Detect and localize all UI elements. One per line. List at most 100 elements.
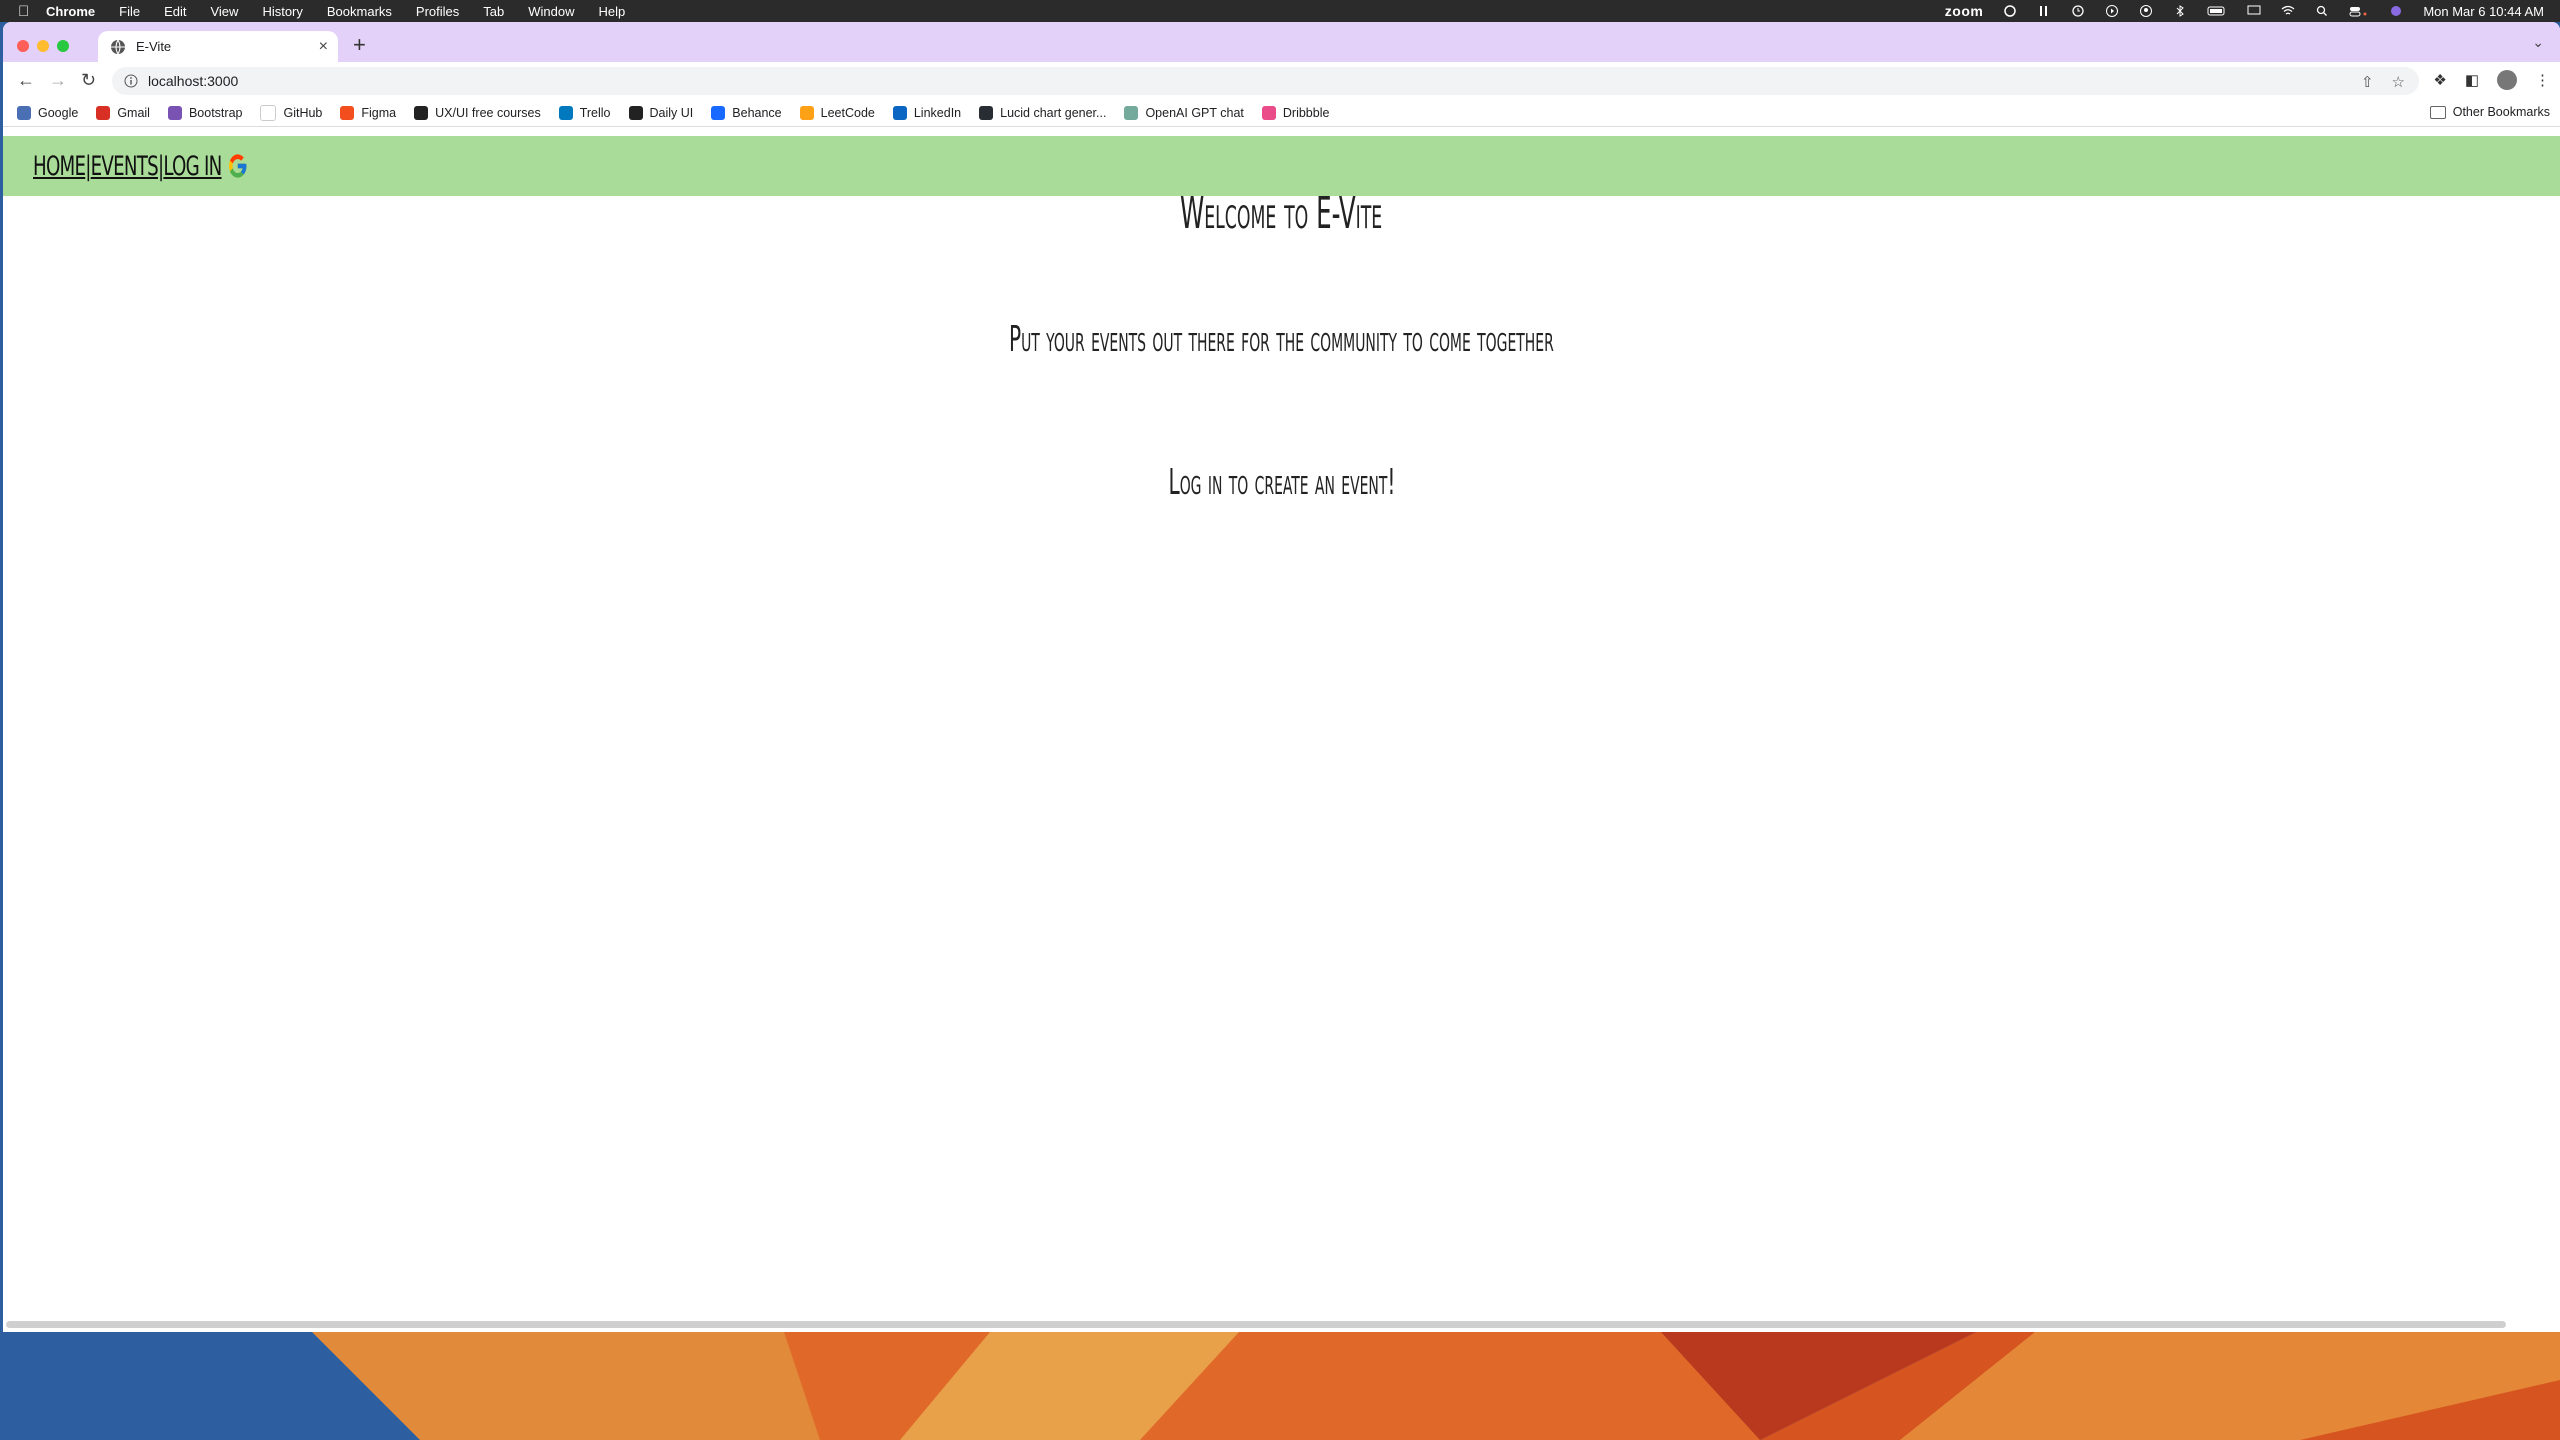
forward-arrow-icon[interactable]: → <box>49 70 67 91</box>
page-subtitle-text: Put your events out there for the commun… <box>1009 319 1554 360</box>
bookmark-favicon-icon <box>1261 106 1276 120</box>
bookmark-item[interactable]: UX/UI free courses <box>414 106 541 120</box>
tab-close-icon[interactable]: × <box>319 38 328 56</box>
bookmark-favicon-icon <box>628 106 643 120</box>
spotlight-search-icon[interactable] <box>2315 5 2329 17</box>
menu-bookmarks[interactable]: Bookmarks <box>327 4 392 19</box>
wifi-icon[interactable] <box>2281 5 2295 17</box>
menu-edit[interactable]: Edit <box>164 4 186 19</box>
bookmark-favicon-icon <box>1124 106 1139 120</box>
nav-home-link[interactable]: HOME <box>33 151 86 182</box>
bookmark-label: Lucid chart gener... <box>1000 106 1107 120</box>
screen-mirroring-icon[interactable] <box>2247 5 2261 17</box>
new-tab-button[interactable]: + <box>353 32 366 58</box>
battery-icon[interactable] <box>2207 5 2227 17</box>
bookmark-item[interactable]: OpenAI GPT chat <box>1124 106 1244 120</box>
bluetooth-icon[interactable] <box>2173 5 2187 17</box>
bookmark-item[interactable]: Figma <box>340 106 396 120</box>
bookmark-label: GitHub <box>283 106 323 120</box>
bookmark-label: Trello <box>579 106 611 120</box>
bookmark-favicon-icon <box>558 106 573 120</box>
address-bar[interactable]: localhost:3000 ⇧ ☆ <box>112 67 2419 95</box>
page-title-text: Welcome to E-Vite <box>1180 188 1383 239</box>
bookmarks-bar: Google Gmail Bootstrap GitHub Figma UX/UI fre… <box>3 100 2560 127</box>
folder-icon <box>2429 105 2446 119</box>
window-close-button[interactable] <box>17 40 29 52</box>
mac-menu-bar:  Chrome File Edit View History Bookmark… <box>0 0 2560 22</box>
bookmark-label: LinkedIn <box>913 106 962 120</box>
profile-avatar[interactable] <box>2497 70 2517 90</box>
bookmark-item[interactable]: Dribbble <box>1261 106 1330 120</box>
bookmark-item[interactable]: LeetCode <box>799 106 875 120</box>
menu-bar-datetime[interactable]: Mon Mar 6 10:44 AM <box>2423 4 2544 19</box>
user-circle-icon[interactable] <box>2139 5 2153 17</box>
share-icon[interactable]: ⇧ <box>2361 73 2374 91</box>
bookmark-favicon-icon <box>711 106 726 120</box>
menu-view[interactable]: View <box>210 4 238 19</box>
play-icon[interactable] <box>2105 5 2119 17</box>
bookmark-star-icon[interactable]: ☆ <box>2392 73 2405 91</box>
other-bookmarks-label: Other Bookmarks <box>2452 105 2550 119</box>
bookmark-favicon-icon <box>96 106 111 120</box>
bookmark-item[interactable]: Google <box>17 106 78 120</box>
creative-cloud-icon[interactable] <box>2003 5 2017 17</box>
web-page: HOME | EVENTS | LOG IN Welcome to E-Vite… <box>3 136 2560 1332</box>
bookmark-favicon-icon <box>260 105 277 121</box>
other-bookmarks-folder[interactable]: Other Bookmarks <box>2429 105 2550 119</box>
google-logo-icon[interactable] <box>228 152 249 180</box>
bookmark-favicon-icon <box>167 106 182 120</box>
bookmark-favicon-icon <box>799 106 814 120</box>
bookmark-item[interactable]: LinkedIn <box>892 106 962 120</box>
nav-events-link[interactable]: EVENTS <box>91 151 159 182</box>
page-subtitle: Put your events out there for the commun… <box>3 319 2560 360</box>
control-center-icon[interactable] <box>2349 5 2369 17</box>
extensions-puzzle-icon[interactable]: ❖ <box>2433 71 2446 89</box>
bookmark-item[interactable]: Bootstrap <box>167 106 243 120</box>
login-prompt: Log in to create an event! <box>3 462 2560 503</box>
bookmark-item[interactable]: Lucid chart gener... <box>979 106 1106 120</box>
bookmark-favicon-icon <box>414 106 429 120</box>
back-arrow-icon[interactable]: ← <box>17 70 35 91</box>
bookmark-label: Behance <box>732 106 782 120</box>
menu-help[interactable]: Help <box>599 4 626 19</box>
fork-knife-icon[interactable] <box>2037 5 2051 17</box>
bookmark-label: Figma <box>361 106 397 120</box>
time-machine-icon[interactable] <box>2071 5 2085 17</box>
site-navbar: HOME | EVENTS | LOG IN <box>3 136 2560 196</box>
more-menu-icon[interactable]: ⋮ <box>2535 71 2550 89</box>
bookmark-item[interactable]: Gmail <box>96 106 150 120</box>
tab-e-vite[interactable]: E-Vite × <box>98 31 338 62</box>
bookmark-label: Dribbble <box>1282 106 1330 120</box>
window-minimize-button[interactable] <box>37 40 49 52</box>
side-panel-icon[interactable]: ◧ <box>2465 71 2479 89</box>
nav-login-link[interactable]: LOG IN <box>163 151 222 182</box>
siri-icon[interactable] <box>2389 5 2403 17</box>
bookmark-item[interactable]: Daily UI <box>628 106 693 120</box>
tab-search-chevron-icon[interactable]: ⌄ <box>2532 34 2544 51</box>
bookmark-item[interactable]: Behance <box>711 106 782 120</box>
bookmark-item[interactable]: GitHub <box>260 105 322 121</box>
window-zoom-button[interactable] <box>57 40 69 52</box>
apple-menu-icon[interactable]:  <box>18 3 46 20</box>
url-text[interactable]: localhost:3000 <box>148 73 238 89</box>
menu-window[interactable]: Window <box>528 4 574 19</box>
browser-toolbar: ← → ↻ localhost:3000 ⇧ ☆ ❖ ◧ ⋮ <box>3 62 2560 100</box>
horizontal-scrollbar[interactable] <box>6 1321 2506 1328</box>
bookmark-label: Gmail <box>117 106 150 120</box>
menu-tab[interactable]: Tab <box>483 4 504 19</box>
page-title: Welcome to E-Vite <box>3 188 2560 239</box>
menu-profiles[interactable]: Profiles <box>416 4 459 19</box>
menu-app-name[interactable]: Chrome <box>46 4 95 19</box>
zoom-status-item[interactable]: zoom <box>1945 3 1984 19</box>
bookmark-favicon-icon <box>340 106 355 120</box>
bookmark-label: Google <box>38 106 79 120</box>
site-info-icon[interactable] <box>124 74 138 88</box>
bookmark-label: UX/UI free courses <box>435 106 541 120</box>
tab-title: E-Vite <box>136 39 172 54</box>
menu-file[interactable]: File <box>119 4 140 19</box>
reload-icon[interactable]: ↻ <box>81 70 96 91</box>
bookmark-label: LeetCode <box>820 106 875 120</box>
bookmark-item[interactable]: Trello <box>558 106 611 120</box>
menu-history[interactable]: History <box>262 4 302 19</box>
bookmark-label: Bootstrap <box>188 106 243 120</box>
